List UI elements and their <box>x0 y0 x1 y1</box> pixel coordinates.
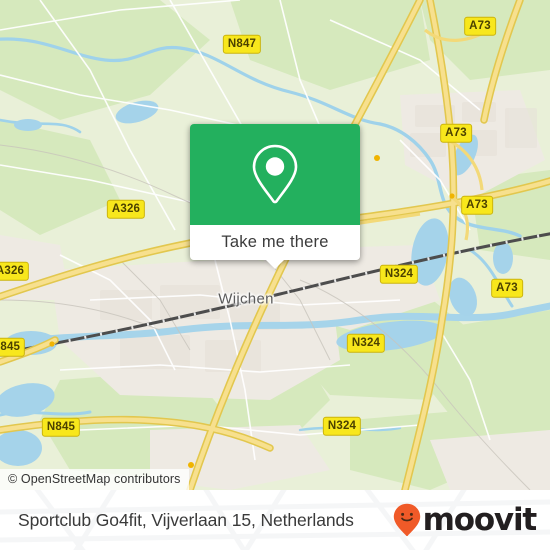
map-pin-icon <box>252 144 298 203</box>
popup-icon-panel <box>190 124 360 225</box>
take-me-there-label: Take me there <box>221 233 329 251</box>
road-shield: A326 <box>0 261 30 281</box>
road-shield: A73 <box>440 123 472 143</box>
map-viewport[interactable]: N847 A73 A73 A73 A73 A326 A326 N845 N845 N324 N324… <box>0 0 550 490</box>
road-shield: N324 <box>346 333 386 353</box>
popup-tail-pointer <box>266 260 284 269</box>
road-shield: A73 <box>491 278 523 298</box>
road-shield: N324 <box>322 416 362 436</box>
take-me-there-popup[interactable]: Take me there <box>190 124 360 269</box>
footer-bar: Sportclub Go4fit, Vijverlaan 15, Netherl… <box>0 490 550 550</box>
location-address: Sportclub Go4fit, Vijverlaan 15, Netherl… <box>18 509 354 530</box>
place-label: Wijchen <box>218 290 274 308</box>
moovit-logo[interactable]: moovit <box>393 501 538 538</box>
popup-action-panel[interactable]: Take me there <box>190 225 360 269</box>
road-shield: N847 <box>222 34 262 54</box>
road-shield: A73 <box>461 195 493 215</box>
road-shield: A326 <box>106 199 146 219</box>
moovit-map-card: N847 A73 A73 A73 A73 A326 A326 N845 N845 N324 N324… <box>0 0 550 550</box>
road-shield: N324 <box>379 264 419 284</box>
road-shield: A73 <box>464 16 496 36</box>
road-shield: N845 <box>0 337 26 357</box>
road-shield: N845 <box>41 417 81 437</box>
moovit-wordmark: moovit <box>422 501 538 538</box>
map-attribution[interactable]: © OpenStreetMap contributors <box>0 469 189 490</box>
moovit-pin-smile-icon <box>393 503 420 537</box>
